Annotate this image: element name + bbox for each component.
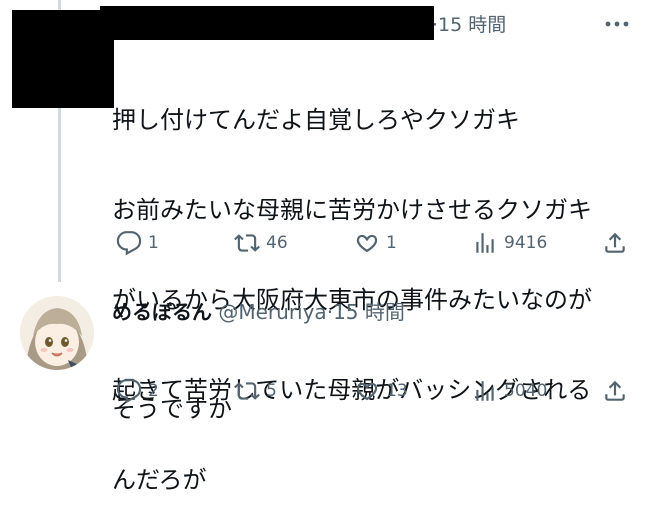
avatar[interactable] [20, 296, 94, 370]
views-icon [476, 381, 494, 401]
tweet2-reply-count: 2 [148, 381, 159, 401]
tweet1-line: んだろが [112, 466, 207, 494]
tweet2-share-button[interactable] [602, 378, 628, 404]
tweet1-like-button[interactable]: 1 [354, 230, 397, 256]
tweet1-action-bar: 1 46 1 9416 [0, 230, 650, 258]
tweet2-action-bar: 2 5 13 5040 [0, 378, 650, 406]
retweet-icon [234, 234, 260, 252]
more-icon[interactable] [604, 20, 630, 28]
redacted-avatar-block [12, 10, 114, 108]
tweet2-like-button[interactable]: 13 [354, 378, 408, 404]
avatar-illustration [20, 296, 94, 370]
tweet1-views-button[interactable]: 9416 [472, 230, 547, 256]
views-icon [476, 233, 494, 253]
like-icon [356, 382, 378, 401]
tweet2-retweet-count: 5 [266, 381, 277, 401]
tweet2-timestamp[interactable]: 15 時間 [333, 300, 405, 324]
share-icon [605, 380, 625, 401]
reply-icon [116, 231, 142, 256]
tweet1-retweet-button[interactable]: 46 [234, 230, 288, 256]
tweet1-meta: ·15 時間 [432, 10, 506, 37]
tweet1-retweet-count: 46 [266, 233, 288, 253]
tweet1-reply-button[interactable]: 1 [116, 230, 159, 256]
tweet2-author-line: めるぼるん @Meruriya·15 時間 [112, 296, 405, 325]
tweet1-line: お前みたいな母親に苦労かけさせるクソガキ [112, 196, 592, 224]
tweet2-reply-button[interactable]: 2 [116, 378, 159, 404]
user-handle[interactable]: @Meruriya [218, 300, 326, 324]
tweet1-line: 押し付けてんだよ自覚しろやクソガキ [112, 106, 520, 134]
tweet1-share-button[interactable] [602, 230, 628, 256]
tweet2-like-count: 13 [386, 381, 408, 401]
tweet2-retweet-button[interactable]: 5 [234, 378, 277, 404]
retweet-icon [234, 382, 260, 400]
tweet1-like-count: 1 [386, 233, 397, 253]
tweet1-timestamp[interactable]: 15 時間 [438, 14, 506, 36]
like-icon [356, 234, 378, 253]
tweet1-view-count: 9416 [504, 233, 548, 253]
display-name[interactable]: めるぼるん [112, 300, 212, 324]
tweet2-views-button[interactable]: 5040 [472, 378, 547, 404]
reply-icon [116, 379, 142, 404]
tweet1-reply-count: 1 [148, 233, 159, 253]
share-icon [605, 232, 625, 253]
redacted-name-block [100, 6, 434, 40]
tweet2-view-count: 5040 [504, 381, 548, 401]
